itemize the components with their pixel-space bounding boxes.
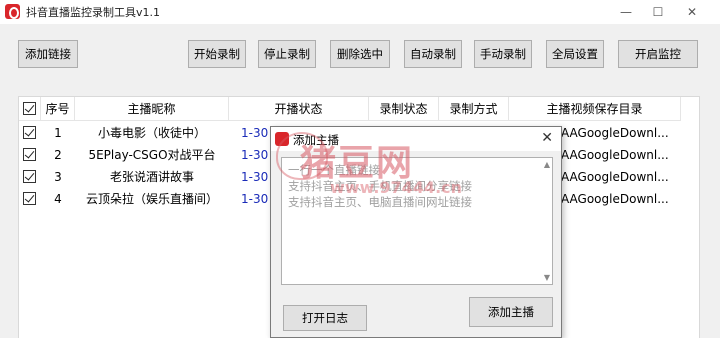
window-title: 抖音直播监控录制工具v1.1 (26, 6, 161, 19)
row-anchor-name: 5EPlay-CSGO对战平台 (88, 148, 216, 162)
column-header-index: 序号 (41, 97, 75, 121)
row-anchor-name: 小毒电影（收徒中） (97, 126, 206, 140)
title-bar: 抖音直播监控录制工具v1.1 — ☐ ✕ (0, 0, 720, 24)
column-header-record-mode: 录制方式 (439, 97, 509, 121)
delete-selected-button[interactable]: 删除选中 (330, 40, 390, 68)
row-checkbox[interactable] (23, 170, 36, 183)
maximize-button[interactable]: ☐ (644, 2, 672, 22)
scroll-up-icon[interactable]: ▲ (544, 160, 550, 169)
row-index: 3 (54, 170, 62, 184)
row-index: 4 (54, 192, 62, 206)
select-all-checkbox[interactable] (23, 102, 36, 115)
column-header-live-status: 开播状态 (229, 97, 369, 121)
row-checkbox[interactable] (23, 148, 36, 161)
column-header-record-status: 录制状态 (369, 97, 439, 121)
auto-record-button[interactable]: 自动录制 (404, 40, 462, 68)
add-link-button[interactable]: 添加链接 (18, 40, 78, 68)
start-monitor-button[interactable]: 开启监控 (618, 40, 698, 68)
global-settings-button[interactable]: 全局设置 (546, 40, 604, 68)
row-checkbox[interactable] (23, 192, 36, 205)
row-anchor-name: 云顶朵拉（娱乐直播间） (85, 192, 218, 206)
row-save-dir: AAGoogleDownl... (561, 170, 669, 184)
open-log-button[interactable]: 打开日志 (283, 305, 367, 331)
add-anchor-button[interactable]: 添加主播 (469, 297, 553, 327)
select-all-header[interactable] (19, 97, 41, 121)
scroll-down-icon[interactable]: ▼ (544, 273, 550, 282)
douyin-app-icon (5, 4, 20, 19)
row-save-dir: AAGoogleDownl... (561, 148, 669, 162)
column-header-name: 主播昵称 (75, 97, 229, 121)
row-index: 2 (54, 148, 62, 162)
minimize-button[interactable]: — (612, 2, 640, 22)
manual-record-button[interactable]: 手动录制 (474, 40, 532, 68)
start-record-button[interactable]: 开始录制 (188, 40, 246, 68)
watermark-url: www.97444.cn (330, 178, 463, 197)
row-checkbox[interactable] (23, 126, 36, 139)
row-index: 1 (54, 126, 62, 140)
row-save-dir: AAGoogleDownl... (561, 192, 669, 206)
row-save-dir: AAGoogleDownl... (561, 126, 669, 140)
column-header-save-dir: 主播视频保存目录 (509, 97, 681, 121)
dialog-close-icon[interactable]: ✕ (541, 130, 553, 146)
stop-record-button[interactable]: 停止录制 (258, 40, 316, 68)
close-button[interactable]: ✕ (678, 2, 706, 22)
row-anchor-name: 老张说酒讲故事 (109, 170, 194, 184)
